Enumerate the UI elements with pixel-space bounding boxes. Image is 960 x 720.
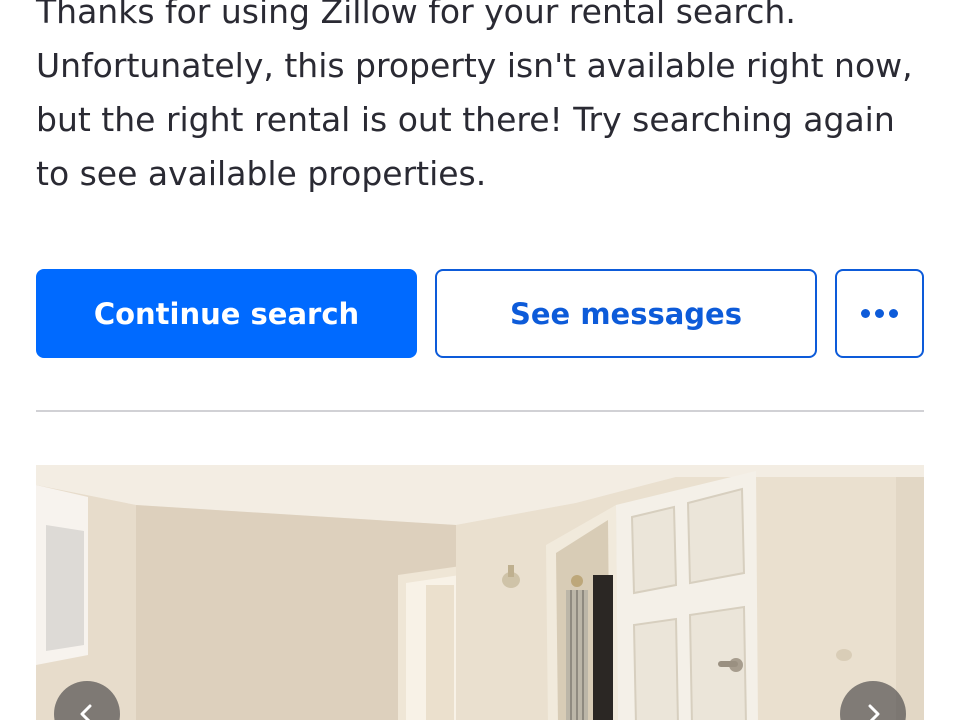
continue-search-button[interactable]: Continue search xyxy=(36,269,417,358)
chevron-right-icon xyxy=(868,704,880,720)
room-photo-illustration xyxy=(36,465,924,720)
listing-photo[interactable] xyxy=(36,465,924,720)
see-messages-button[interactable]: See messages xyxy=(435,269,817,358)
more-dots-icon xyxy=(861,309,898,318)
rental-unavailable-page: Thanks for using Zillow for your rental … xyxy=(0,0,960,720)
more-options-button[interactable] xyxy=(835,269,924,358)
section-divider xyxy=(36,410,924,412)
unavailable-message: Thanks for using Zillow for your rental … xyxy=(36,0,913,193)
action-bar: Continue search See messages xyxy=(36,269,924,358)
chevron-left-icon xyxy=(80,704,92,720)
